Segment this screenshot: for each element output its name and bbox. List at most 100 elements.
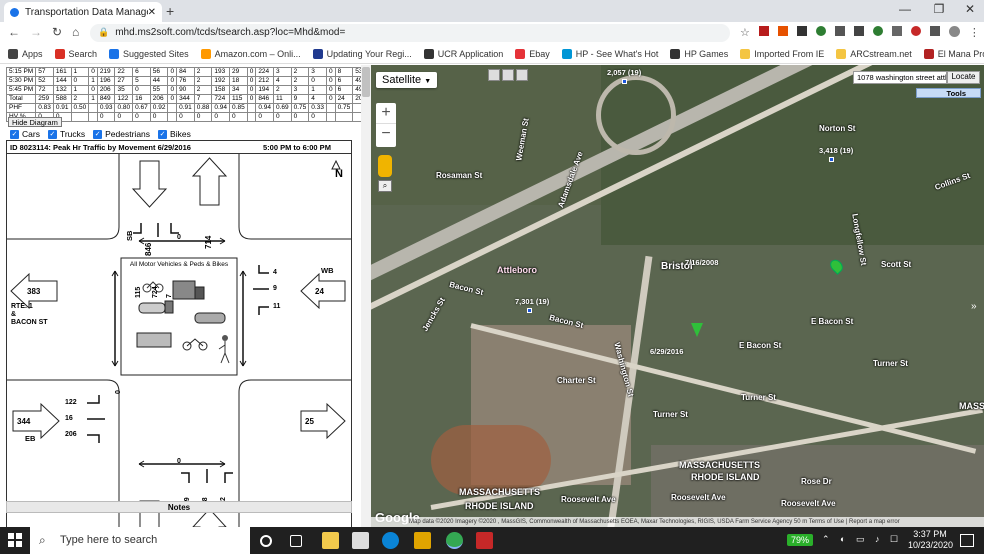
table-cell: 0 (176, 112, 195, 122)
satellite-map[interactable]: Norton St Collins St Scott St Rosaman St… (371, 65, 984, 527)
minimize-icon[interactable]: — (890, 2, 920, 16)
marker-label: 2,057 (19) (607, 68, 642, 77)
map-address-input[interactable]: 1078 washington street attl (853, 71, 947, 84)
windows-start-icon[interactable] (8, 533, 22, 547)
table-cell (70, 112, 90, 122)
panel-scrollbar[interactable] (361, 65, 371, 527)
table-cell: 72 (35, 85, 54, 95)
extension-icon[interactable] (910, 26, 921, 36)
pan-tool-icon[interactable] (488, 69, 500, 81)
map-label: Turner St (873, 359, 908, 368)
bookmark-item[interactable]: HP Games (670, 48, 729, 59)
count-station-marker[interactable]: 6/29/2016 (650, 347, 683, 356)
bookmark-item[interactable]: Ebay (515, 48, 550, 59)
notifications-icon[interactable] (960, 534, 974, 547)
locate-button[interactable]: Locate (947, 71, 980, 84)
extension-icon[interactable] (758, 26, 769, 36)
taskbar-search-input[interactable]: ⌕ Type here to search (30, 527, 250, 554)
bookmark-item[interactable]: Apps (8, 48, 43, 59)
home-icon[interactable]: ⌂ (72, 25, 79, 39)
scroll-thumb[interactable] (362, 67, 370, 97)
bookmark-item[interactable]: Search (54, 48, 97, 59)
zoom-in-button[interactable]: + (376, 103, 396, 124)
count-station-marker[interactable]: 2,057 (19) (607, 68, 641, 86)
url-field[interactable]: 🔒 mhd.ms2soft.com/tcds/tsearch.asp?loc=Mh… (90, 24, 730, 42)
extension-icon[interactable] (834, 26, 845, 36)
lock-icon: 🔒 (98, 27, 110, 37)
cortana-icon[interactable] (260, 535, 272, 547)
bookmark-item[interactable]: Imported From IE (740, 48, 824, 59)
table-cell: 0.80 (114, 103, 134, 113)
close-tab-icon[interactable]: ✕ (148, 7, 156, 18)
taskbar-clock[interactable]: 3:37 PM 10/23/2020 (908, 529, 953, 551)
filter-checkbox-bikes[interactable]: ✓ Bikes (158, 129, 191, 139)
green-location-pin-icon[interactable] (691, 323, 703, 337)
bookmark-item[interactable]: Amazon.com – Onli... (200, 48, 301, 59)
edge-icon[interactable] (382, 532, 399, 549)
reload-icon[interactable]: ↻ (52, 25, 62, 39)
map-toolbar (488, 69, 530, 81)
magnify-icon[interactable]: ⌕ (378, 180, 392, 192)
bookmark-item[interactable]: ARCstream.net (836, 48, 912, 59)
bookmark-item[interactable]: Suggested Sites (109, 48, 189, 59)
zoom-out-button[interactable]: − (376, 124, 396, 144)
site-icon (923, 48, 934, 59)
bookmark-item[interactable]: UCR Application (423, 48, 503, 59)
hide-diagram-button[interactable]: Hide Diagram (8, 117, 62, 127)
checkbox-checked-icon[interactable]: ✓ (158, 129, 168, 139)
filter-checkbox-trucks[interactable]: ✓ Trucks (47, 129, 85, 139)
measure-tool-icon[interactable] (502, 69, 514, 81)
bookmark-item[interactable]: HP - See What's Hot (561, 48, 659, 59)
filter-checkbox-pedestrians[interactable]: ✓ Pedestrians (93, 129, 150, 139)
back-icon[interactable]: ← (8, 25, 20, 39)
sb-label: SB (125, 230, 134, 241)
email-icon[interactable] (414, 532, 431, 549)
collapse-arrow-icon[interactable]: » (971, 301, 977, 312)
system-tray-icons[interactable]: ⌃ ◐ ▭ ♪ ☐ (822, 534, 902, 545)
table-cell: 0.91 (176, 103, 195, 113)
bookmark-label: HP Games (684, 48, 729, 59)
profile-avatar[interactable] (948, 26, 960, 37)
restore-icon[interactable]: ❐ (924, 2, 954, 16)
store-icon[interactable] (352, 532, 369, 549)
menu-icon[interactable]: ⋮ (969, 26, 980, 40)
north-label: N (335, 168, 343, 180)
bookmark-label: HP - See What's Hot (575, 48, 659, 59)
extension-icon[interactable] (891, 26, 902, 36)
task-view-icon[interactable] (290, 535, 302, 547)
extension-icon[interactable] (796, 26, 807, 36)
acrobat-icon[interactable] (476, 532, 493, 549)
map-type-selector[interactable]: Satellite ▼ (376, 72, 438, 88)
browser-tab[interactable]: Transportation Data Manageme ✕ (4, 2, 162, 22)
table-cell (88, 112, 98, 122)
battery-indicator[interactable]: 79% (787, 534, 814, 546)
extension-icon[interactable] (777, 26, 788, 36)
extension-icon[interactable] (872, 26, 883, 36)
forward-icon[interactable]: → (30, 25, 42, 39)
bookmark-item[interactable]: El Mana Productos... (923, 48, 984, 59)
filter-checkbox-cars[interactable]: ✓ Cars (10, 129, 40, 139)
bookmark-item[interactable]: Updating Your Regi... (312, 48, 412, 59)
extension-icon[interactable] (853, 26, 864, 36)
puzzle-icon[interactable] (929, 26, 940, 36)
notes-section-header[interactable]: Notes (6, 501, 352, 513)
tab-bar: Transportation Data Manageme ✕ + — ❐ ✕ (0, 0, 984, 22)
new-tab-button[interactable]: + (166, 3, 174, 19)
table-cell: 0 (211, 112, 231, 122)
count-station-marker[interactable]: 3,418 (19) (819, 146, 853, 164)
count-station-marker[interactable]: 7/16/2008 (685, 258, 718, 267)
star-icon[interactable]: ☆ (740, 26, 750, 40)
table-cell: 2 (290, 67, 310, 77)
extension-icon[interactable] (815, 26, 826, 36)
layer-tool-icon[interactable] (516, 69, 528, 81)
street-view-pegman-icon[interactable] (378, 155, 392, 177)
checkbox-checked-icon[interactable]: ✓ (10, 129, 19, 139)
checkbox-checked-icon[interactable]: ✓ (47, 129, 57, 139)
close-window-icon[interactable]: ✕ (955, 2, 984, 16)
car-icon (194, 312, 226, 324)
checkbox-checked-icon[interactable]: ✓ (93, 129, 103, 139)
chrome-icon[interactable] (446, 532, 463, 549)
count-station-marker[interactable]: 7,301 (19) (515, 297, 549, 315)
file-explorer-icon[interactable] (322, 532, 339, 549)
tools-menu-button[interactable]: Tools (916, 88, 981, 98)
